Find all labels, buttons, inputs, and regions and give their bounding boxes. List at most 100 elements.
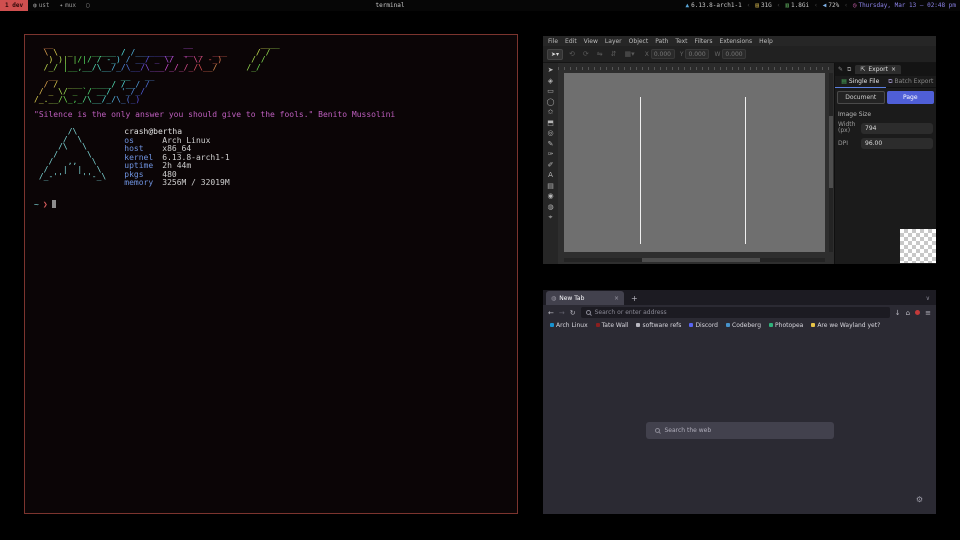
back-button[interactable]: ←: [548, 309, 554, 317]
menu-edit[interactable]: Edit: [565, 38, 577, 45]
inkscape-window: File Edit View Layer Object Path Text Filters Ex…: [543, 36, 936, 264]
favicon: [811, 323, 815, 327]
tab-batch-export[interactable]: ⧉ Batch Export: [886, 76, 937, 88]
single-file-icon: ▤: [841, 78, 847, 85]
menu-view[interactable]: View: [584, 38, 598, 45]
pencil-tool[interactable]: ✎: [548, 140, 554, 148]
inkscape-toolbox: ➤ ◈ ▭ ◯ ✩ ⬒ ◎ ✎ ✑ ✐ A ▤ ◉ ◍ ⌖: [543, 63, 558, 264]
text-tool[interactable]: A: [548, 171, 553, 179]
web-search-placeholder: Search the web: [665, 427, 712, 434]
menu-path[interactable]: Path: [655, 38, 668, 45]
fetch-info: crash@bertha osArch Linuxhostx86_64kerne…: [124, 128, 229, 188]
close-icon[interactable]: ×: [891, 66, 896, 73]
favicon: [726, 323, 730, 327]
prompt-symbol: ❯: [43, 200, 48, 209]
new-tab-page: Search the web ⚙: [543, 330, 936, 514]
measure-tool[interactable]: ⌖: [549, 213, 553, 222]
menu-filters[interactable]: Filters: [695, 38, 713, 45]
guide-line[interactable]: [640, 97, 641, 244]
separator: ‹: [814, 2, 818, 9]
bookmark-are-we-wayland-yet-[interactable]: Are we Wayland yet?: [811, 322, 880, 329]
guide-line[interactable]: [745, 97, 746, 244]
close-icon[interactable]: ×: [614, 295, 619, 302]
flip-vertical-icon[interactable]: ⇵: [611, 50, 617, 58]
focused-window-title: terminal: [0, 2, 780, 9]
inkscape-canvas[interactable]: [558, 63, 834, 264]
welcome-ascii-art: __ __ ____ \ \ _ _____ / /________ __ _ …: [34, 41, 508, 71]
new-tab-button[interactable]: +: [631, 294, 638, 303]
export-icon: ⇱: [860, 66, 865, 73]
spiral-tool[interactable]: ◎: [547, 129, 553, 137]
favicon: [689, 323, 693, 327]
rotate-cw-icon[interactable]: ⟳: [583, 50, 589, 58]
menu-text[interactable]: Text: [675, 38, 687, 45]
node-tool[interactable]: ◈: [548, 77, 553, 85]
bookmarks-bar: Arch Linux Tate Wall software refs Discord C…: [543, 320, 936, 330]
tab-new-tab[interactable]: ◍ New Tab ×: [546, 291, 624, 305]
menu-extensions[interactable]: Extensions: [720, 38, 753, 45]
bookmark-codeberg[interactable]: Codeberg: [726, 322, 761, 329]
favicon: [636, 323, 640, 327]
extension-icon[interactable]: [915, 310, 920, 315]
bookmark-discord[interactable]: Discord: [689, 322, 718, 329]
layers-icon[interactable]: ⧉: [847, 66, 851, 74]
field-x[interactable]: X0.000: [645, 49, 675, 59]
status-volume: ◀72%: [823, 2, 839, 9]
horizontal-ruler: [558, 63, 834, 70]
star-tool[interactable]: ✩: [548, 108, 554, 116]
terminal-window[interactable]: __ __ ____ \ \ _ _____ / /________ __ _ …: [24, 34, 518, 514]
dpi-input[interactable]: 96.00: [861, 138, 933, 149]
forward-button[interactable]: →: [559, 309, 565, 317]
align-dropdown-icon[interactable]: ▦▾: [625, 50, 635, 58]
fortune-quote: "Silence is the only answer you should g…: [34, 110, 508, 119]
home-button[interactable]: ⌂: [906, 309, 910, 317]
width-input[interactable]: 794: [861, 123, 933, 134]
rotate-ccw-icon[interactable]: ⟲: [569, 50, 575, 58]
menu-layer[interactable]: Layer: [605, 38, 622, 45]
canvas-page[interactable]: [564, 73, 825, 252]
bookmark-arch-linux[interactable]: Arch Linux: [550, 322, 588, 329]
menu-help[interactable]: Help: [759, 38, 773, 45]
width-label: Width (px): [838, 122, 858, 134]
flip-horizontal-icon[interactable]: ⇋: [597, 50, 603, 58]
shell-prompt[interactable]: ~ ❯: [34, 200, 508, 209]
canvas-horizontal-scrollbar[interactable]: [564, 258, 825, 262]
current-tool-button[interactable]: ➤▾: [547, 49, 563, 60]
browser-tab-bar: ◍ New Tab × + ∨: [543, 290, 936, 305]
pen-tool[interactable]: ✑: [548, 150, 554, 158]
field-y[interactable]: Y0.000: [680, 49, 710, 59]
gradient-tool[interactable]: ▤: [547, 182, 554, 190]
reload-button[interactable]: ↻: [570, 309, 576, 317]
menu-button[interactable]: ≡: [925, 309, 931, 317]
calligraphy-tool[interactable]: ✐: [548, 161, 554, 169]
menu-file[interactable]: File: [548, 38, 558, 45]
favicon: [596, 323, 600, 327]
field-w[interactable]: W0.000: [714, 49, 746, 59]
dropper-tool[interactable]: ◉: [547, 192, 553, 200]
gear-icon[interactable]: ⚙: [916, 495, 923, 504]
bookmark-tate-wall[interactable]: Tate Wall: [596, 322, 629, 329]
export-scope-page-button[interactable]: Page: [887, 91, 935, 104]
canvas-vertical-scrollbar[interactable]: [829, 73, 833, 252]
pencil-icon[interactable]: ✎: [838, 66, 843, 74]
bookmark-software-refs[interactable]: software refs: [636, 322, 681, 329]
selector-tool[interactable]: ➤: [548, 66, 554, 74]
rectangle-tool[interactable]: ▭: [547, 87, 554, 95]
dpi-label: DPI: [838, 141, 858, 147]
address-bar[interactable]: Search or enter address: [581, 307, 890, 318]
export-preview-checkerboard: [900, 229, 936, 263]
export-dialog-tab[interactable]: ⇱ Export ×: [855, 65, 901, 74]
web-search-input[interactable]: Search the web: [646, 422, 834, 439]
box-3d-tool[interactable]: ⬒: [547, 119, 554, 127]
downloads-button[interactable]: ↓: [895, 309, 901, 317]
tab-single-file[interactable]: ▤ Single File: [835, 76, 886, 88]
bucket-tool[interactable]: ◍: [547, 203, 553, 211]
chevron-down-icon[interactable]: ∨: [926, 295, 933, 302]
arch-logo-ascii: /\ / \ /\ \ / \ / ,, \ / | | \ /_-'' ''-…: [34, 128, 106, 188]
browser-window: ◍ New Tab × + ∨ ← → ↻ Search or enter ad…: [543, 290, 936, 514]
menu-object[interactable]: Object: [629, 38, 649, 45]
export-scope-document-button[interactable]: Document: [837, 91, 885, 104]
ellipse-tool[interactable]: ◯: [547, 98, 555, 106]
search-icon: [655, 428, 660, 433]
bookmark-photopea[interactable]: Photopea: [769, 322, 803, 329]
